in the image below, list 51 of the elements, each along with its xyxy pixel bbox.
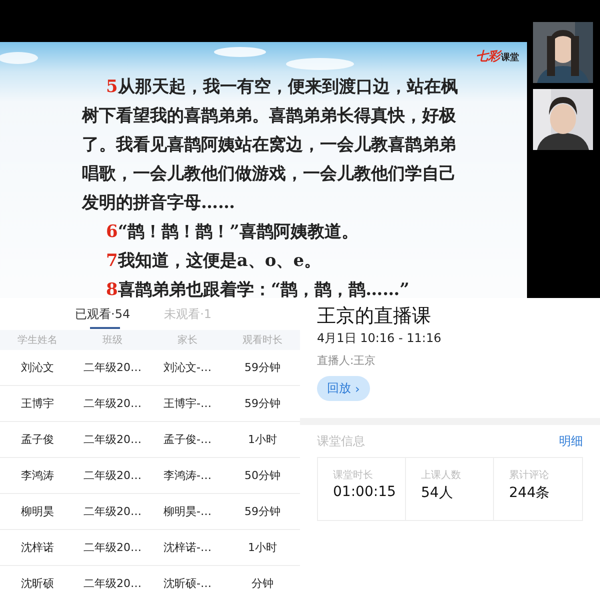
table-cell-text: 王博宇 <box>20 396 55 411</box>
logo-text: 课堂 <box>501 52 519 64</box>
table-cell-text: 二年级20… <box>82 432 142 447</box>
slide-paragraph: 5从那天起，我一有空，便来到渡口边，站在枫树下看望我的喜鹊弟弟。喜鹊弟弟长得真快，好极了。我看见喜鹊阿姨站在窝边，一会儿教喜鹊弟弟唱歌，一会儿教他们做游戏，一会儿教他们学自己发明的拼音字母…… <box>82 76 459 215</box>
table-cell-text: 孟子俊 <box>20 432 55 447</box>
table-cell-text: 沈梓诺-… <box>162 540 212 555</box>
table-cell-text: 1小时 <box>247 540 278 555</box>
stat-label: 累计评论 <box>509 468 550 482</box>
stat-value: 54人 <box>421 484 454 502</box>
details-link[interactable]: 明细 <box>559 433 583 450</box>
stat-value: 244条 <box>509 484 551 502</box>
host-label: 直播人:王京 <box>317 353 377 368</box>
table-cell-text: 孟子俊-… <box>162 432 212 447</box>
table-cell-text: 刘沁文-… <box>162 360 212 375</box>
table-cell-text: 59分钟 <box>244 504 282 519</box>
table-cell-text: 二年级20… <box>82 576 142 591</box>
column-header: 学生姓名 <box>16 334 58 347</box>
stat-label: 上课人数 <box>421 468 462 482</box>
table-cell-text: 二年级20… <box>82 468 142 483</box>
table-cell-text: 刘沁文 <box>20 360 55 375</box>
table-cell-text: 沈昕硕-… <box>162 576 212 591</box>
table-cell-text: 二年级20… <box>82 396 142 411</box>
column-header: 家长 <box>176 334 198 347</box>
section-title: 课堂信息 <box>317 433 365 450</box>
stat-value: 01:00:15 <box>333 484 397 500</box>
column-header: 班级 <box>102 334 124 347</box>
slide-paragraph: 7我知道，这便是a、o、e。 <box>105 250 322 273</box>
table-cell-text: 59分钟 <box>244 396 282 411</box>
table-cell-text: 李鸿涛-… <box>162 468 212 483</box>
table-cell-text: 二年级20… <box>82 360 142 375</box>
slide-paragraph: 8喜鹊弟弟也跟着学：“鹊，鹊，鹊……” <box>105 279 410 298</box>
table-cell-text: 柳明昊-… <box>162 504 212 519</box>
table-cell-text: 50分钟 <box>244 468 282 483</box>
logo-text: 七彩 <box>476 48 500 65</box>
table-cell-text: 沈昕硕 <box>20 576 55 591</box>
column-header: 观看时长 <box>242 334 284 347</box>
table-cell-text: 59分钟 <box>244 360 282 375</box>
replay-button[interactable]: 回放 › <box>317 376 370 401</box>
table-cell-text: 柳明昊 <box>20 504 55 519</box>
lesson-time: 4月1日 10:16 - 11:16 <box>317 330 442 347</box>
stat-label: 课堂时长 <box>333 468 374 482</box>
table-cell-text: 分钟 <box>250 576 274 591</box>
table-cell-text: 李鸿涛 <box>20 468 55 483</box>
tab[interactable]: 已观看·54 <box>75 298 130 330</box>
table-cell-text: 二年级20… <box>82 504 142 519</box>
table-cell-text: 王博宇-… <box>162 396 212 411</box>
slide-paragraph: 6“鹊！鹊！鹊！”喜鹊阿姨教道。 <box>105 221 360 244</box>
table-cell-text: 沈梓诺 <box>20 540 55 555</box>
lesson-title: 王京的直播课 <box>317 304 432 329</box>
table-cell-text: 二年级20… <box>82 540 142 555</box>
table-cell-text: 1小时 <box>247 432 278 447</box>
